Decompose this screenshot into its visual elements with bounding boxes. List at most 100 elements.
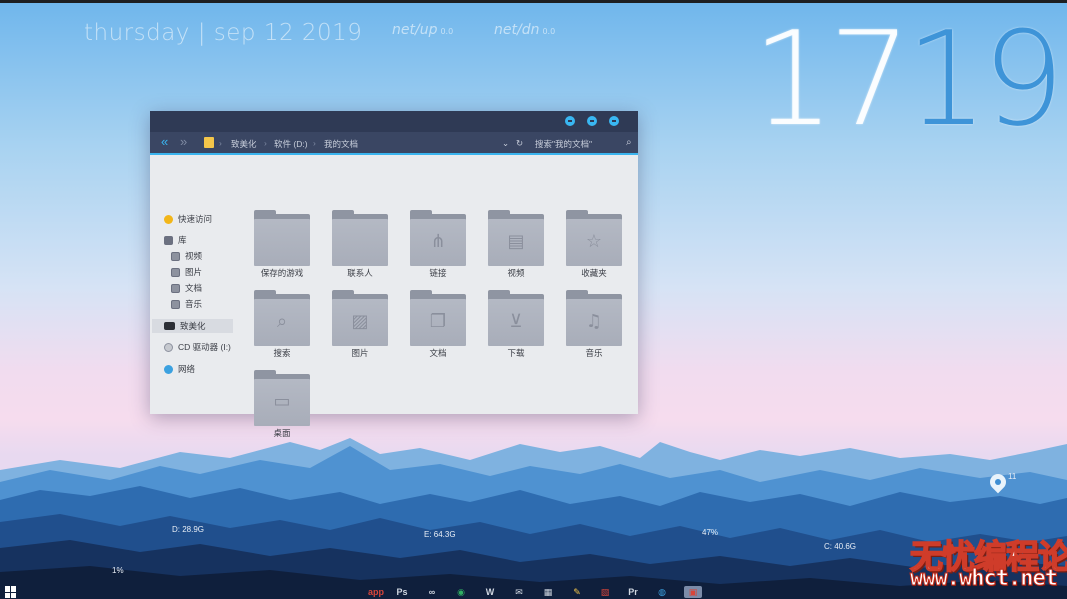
music-library-icon	[171, 299, 180, 309]
breadcrumb-item-1[interactable]: 致美化	[231, 138, 257, 150]
folder-item[interactable]: ♫ 音乐	[564, 286, 624, 358]
sidebar-item-quick-access[interactable]: 快速访问	[164, 212, 212, 226]
premiere-icon[interactable]: Pr	[627, 586, 639, 598]
disk-e-stat: E: 64.3G	[424, 530, 456, 539]
sidebar-item-documents[interactable]: 文档	[171, 281, 202, 295]
breadcrumb-item-2[interactable]: 软件 (D:)	[274, 138, 308, 150]
net-down-label: net/dn	[494, 22, 540, 38]
folder-label: 收藏夹	[581, 268, 607, 278]
star-icon	[164, 214, 173, 224]
maximize-button[interactable]	[587, 116, 597, 126]
link-app-icon[interactable]: ∞	[426, 586, 438, 598]
folder-item[interactable]: ☆ 收藏夹	[564, 206, 624, 278]
photoshop-icon[interactable]: Ps	[396, 586, 408, 598]
disk-d-stat: D: 28.9G	[172, 525, 205, 534]
download-icon: ⊻	[488, 290, 544, 346]
library-icon	[164, 235, 173, 245]
clock-minutes: 19	[905, 3, 1064, 155]
green-app-icon[interactable]: ◉	[455, 586, 467, 598]
search-icon: ⌕	[254, 290, 310, 346]
star-icon: ☆	[566, 210, 622, 266]
folder-label: 保存的游戏	[260, 268, 304, 278]
folder-item[interactable]: ▨ 图片	[330, 286, 390, 358]
taskbar-app-icon[interactable]: app	[368, 586, 384, 598]
share-icon: ⋔	[410, 210, 466, 266]
folder-label: 视频	[507, 268, 525, 278]
sidebar-item-videos[interactable]: 视频	[171, 249, 202, 263]
explorer-body: 快速访问 库 视频 图片 文档 音乐 致美化 CD 驱动器 (I:) 网络 保存…	[150, 155, 638, 438]
word-icon[interactable]: W	[484, 586, 496, 598]
edit-icon[interactable]: ✎	[571, 586, 583, 598]
title-bar[interactable]	[150, 111, 638, 132]
folder-item[interactable]: ⌕ 搜索	[252, 286, 312, 358]
net-down-widget: net/dn 0.0	[494, 22, 555, 38]
sidebar-item-label: 文档	[185, 283, 203, 293]
file-explorer-window: « » › 致美化 › 软件 (D:) › 我的文档 ⌄ ↻ 搜索"我的文档" …	[150, 111, 638, 438]
windows-start-icon[interactable]	[5, 586, 17, 598]
sidebar-item-library[interactable]: 库	[164, 233, 187, 247]
net-up-value: 0.0	[440, 27, 454, 36]
sidebar-item-this-pc[interactable]: 致美化	[152, 319, 233, 333]
sidebar-item-label: 图片	[185, 267, 203, 277]
clock-widget: 1719	[752, 3, 1065, 155]
clock-hours: 17	[752, 3, 911, 155]
calendar-icon[interactable]: ▦	[542, 586, 554, 598]
sidebar-item-label: 致美化	[180, 321, 206, 331]
mail-icon[interactable]: ✉	[513, 586, 525, 598]
sidebar-item-label: 网络	[178, 364, 196, 374]
net-up-widget: net/up 0.0	[392, 22, 453, 38]
breadcrumb-separator: ›	[264, 138, 267, 148]
pdf-icon[interactable]: ▧	[599, 586, 611, 598]
cd-drive-icon	[164, 342, 173, 352]
search-icon[interactable]: ⌕	[626, 137, 632, 148]
document-icon: ❐	[410, 290, 466, 346]
folder-item[interactable]: ▭ 桌面	[252, 366, 312, 438]
folder-icon	[332, 210, 388, 266]
folder-label: 链接	[429, 268, 447, 278]
watermark-url: www.whct.net	[910, 566, 1059, 592]
search-input[interactable]: 搜索"我的文档"	[535, 138, 592, 150]
music-icon: ♫	[566, 290, 622, 346]
weather-temp: 11	[1008, 472, 1017, 481]
net-down-value: 0.0	[542, 27, 556, 36]
folder-item[interactable]: 保存的游戏	[252, 206, 312, 278]
folder-item[interactable]: ⊻ 下载	[486, 286, 546, 358]
browser-icon[interactable]: ◍	[656, 586, 668, 598]
disk-c-stat: C: 40.6G	[824, 542, 857, 551]
folder-label: 联系人	[347, 268, 373, 278]
cpu-stat: 1%	[112, 566, 124, 575]
dropdown-icon[interactable]: ⌄	[502, 138, 509, 149]
sidebar-item-label: CD 驱动器 (I:)	[178, 342, 231, 352]
folder-label: 图片	[351, 348, 369, 358]
sidebar-item-label: 库	[178, 235, 187, 245]
folder-label: 音乐	[585, 348, 603, 358]
folder-icon	[204, 137, 214, 148]
close-button[interactable]	[609, 116, 619, 126]
back-icon[interactable]: «	[161, 134, 168, 149]
sidebar-item-music[interactable]: 音乐	[171, 297, 202, 311]
forward-icon[interactable]: »	[180, 134, 187, 149]
explorer-taskbar-icon[interactable]: ▣	[684, 586, 702, 598]
address-bar: « » › 致美化 › 软件 (D:) › 我的文档 ⌄ ↻ 搜索"我的文档" …	[150, 132, 638, 155]
memory-stat: 47%	[702, 528, 719, 537]
date-widget: thursday | sep 12 2019	[84, 20, 363, 46]
folder-label: 文档	[429, 348, 447, 358]
desktop-icon: ▭	[254, 370, 310, 426]
refresh-icon[interactable]: ↻	[516, 138, 523, 149]
breadcrumb-separator: ›	[313, 138, 316, 148]
sidebar-item-pictures[interactable]: 图片	[171, 265, 202, 279]
folder-item[interactable]: ❐ 文档	[408, 286, 468, 358]
folder-icon	[254, 210, 310, 266]
breadcrumb-separator: ›	[219, 138, 222, 148]
folder-item[interactable]: 联系人	[330, 206, 390, 278]
sidebar-item-network[interactable]: 网络	[164, 362, 195, 376]
folder-item[interactable]: ▤ 视频	[486, 206, 546, 278]
document-library-icon	[171, 283, 180, 293]
sidebar-item-label: 视频	[185, 251, 203, 261]
minimize-button[interactable]	[565, 116, 575, 126]
image-icon: ▨	[332, 290, 388, 346]
breadcrumb-item-3[interactable]: 我的文档	[324, 138, 358, 150]
folder-item[interactable]: ⋔ 链接	[408, 206, 468, 278]
sidebar-item-cd-drive[interactable]: CD 驱动器 (I:)	[164, 340, 231, 354]
network-icon	[164, 364, 173, 374]
